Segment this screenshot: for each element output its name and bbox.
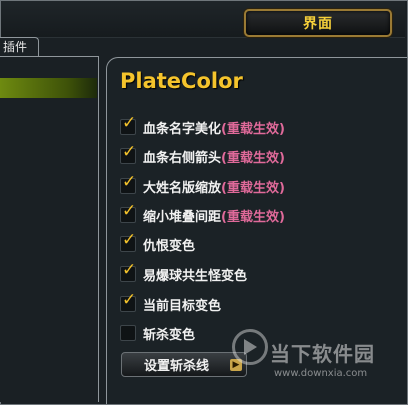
option-note: (重载生效) (221, 121, 285, 137)
option-row[interactable]: ✓ 易爆球共生怪变色 (120, 260, 248, 285)
option-label: 缩小堆叠间距 (143, 209, 222, 225)
window-title: 界面 (303, 16, 333, 32)
option-label: 当前目标变色 (143, 298, 222, 314)
option-label: 血条名字美化 (143, 121, 222, 137)
checkbox[interactable]: ✓ (120, 201, 136, 223)
left-sidebar (0, 56, 99, 402)
option-row[interactable]: ✓ 血条右侧箭头 (重载生效) (120, 142, 285, 167)
button-label: 设置斩杀线 (144, 359, 210, 374)
checkbox[interactable]: ✓ (120, 142, 136, 164)
checkbox[interactable]: ✓ (120, 260, 136, 282)
checkmark-icon: ✓ (122, 113, 137, 133)
option-row[interactable]: 斩杀变色 (120, 322, 195, 344)
option-row[interactable]: ✓ 大姓名版缩放 (重载生效) (120, 172, 285, 197)
option-note: (重载生效) (221, 180, 285, 196)
set-execute-line-button[interactable]: 设置斩杀线 ▶ (121, 352, 247, 377)
checkbox[interactable]: ✓ (120, 230, 136, 252)
checkbox[interactable]: ✓ (120, 172, 136, 194)
option-note: (重载生效) (221, 209, 285, 225)
option-row[interactable]: ✓ 血条名字美化 (重载生效) (120, 113, 285, 138)
title-bar: 界面 (1, 1, 405, 38)
option-label: 仇恨变色 (143, 238, 196, 254)
checkmark-icon: ✓ (122, 260, 137, 280)
checkmark-icon: ✓ (122, 142, 137, 162)
watermark-logo-icon (232, 329, 268, 365)
checkbox[interactable] (120, 325, 136, 341)
option-label: 大姓名版缩放 (143, 180, 222, 196)
option-label: 血条右侧箭头 (143, 150, 222, 166)
option-row[interactable]: ✓ 缩小堆叠间距 (重载生效) (120, 201, 285, 226)
panel-heading: PlateColor (120, 69, 243, 93)
checkmark-icon: ✓ (122, 172, 137, 192)
tab-plugins[interactable]: 插件 (0, 37, 39, 56)
checkbox[interactable]: ✓ (120, 113, 136, 135)
watermark-text: 当下软件园 (270, 342, 375, 366)
option-row[interactable]: ✓ 当前目标变色 (120, 290, 222, 315)
checkmark-icon: ✓ (122, 201, 137, 221)
checkmark-icon: ✓ (122, 290, 137, 310)
sidebar-item-selected[interactable] (0, 78, 97, 98)
tab-plugins-label: 插件 (3, 40, 28, 54)
window-title-plate: 界面 (244, 9, 392, 37)
option-row[interactable]: ✓ 仇恨变色 (120, 230, 196, 255)
checkbox[interactable]: ✓ (120, 290, 136, 312)
checkmark-icon: ✓ (122, 230, 137, 250)
option-note: (重载生效) (221, 150, 285, 166)
watermark-url: www.downxia.com (274, 368, 368, 379)
option-label: 易爆球共生怪变色 (143, 268, 248, 284)
option-label: 斩杀变色 (143, 327, 196, 343)
